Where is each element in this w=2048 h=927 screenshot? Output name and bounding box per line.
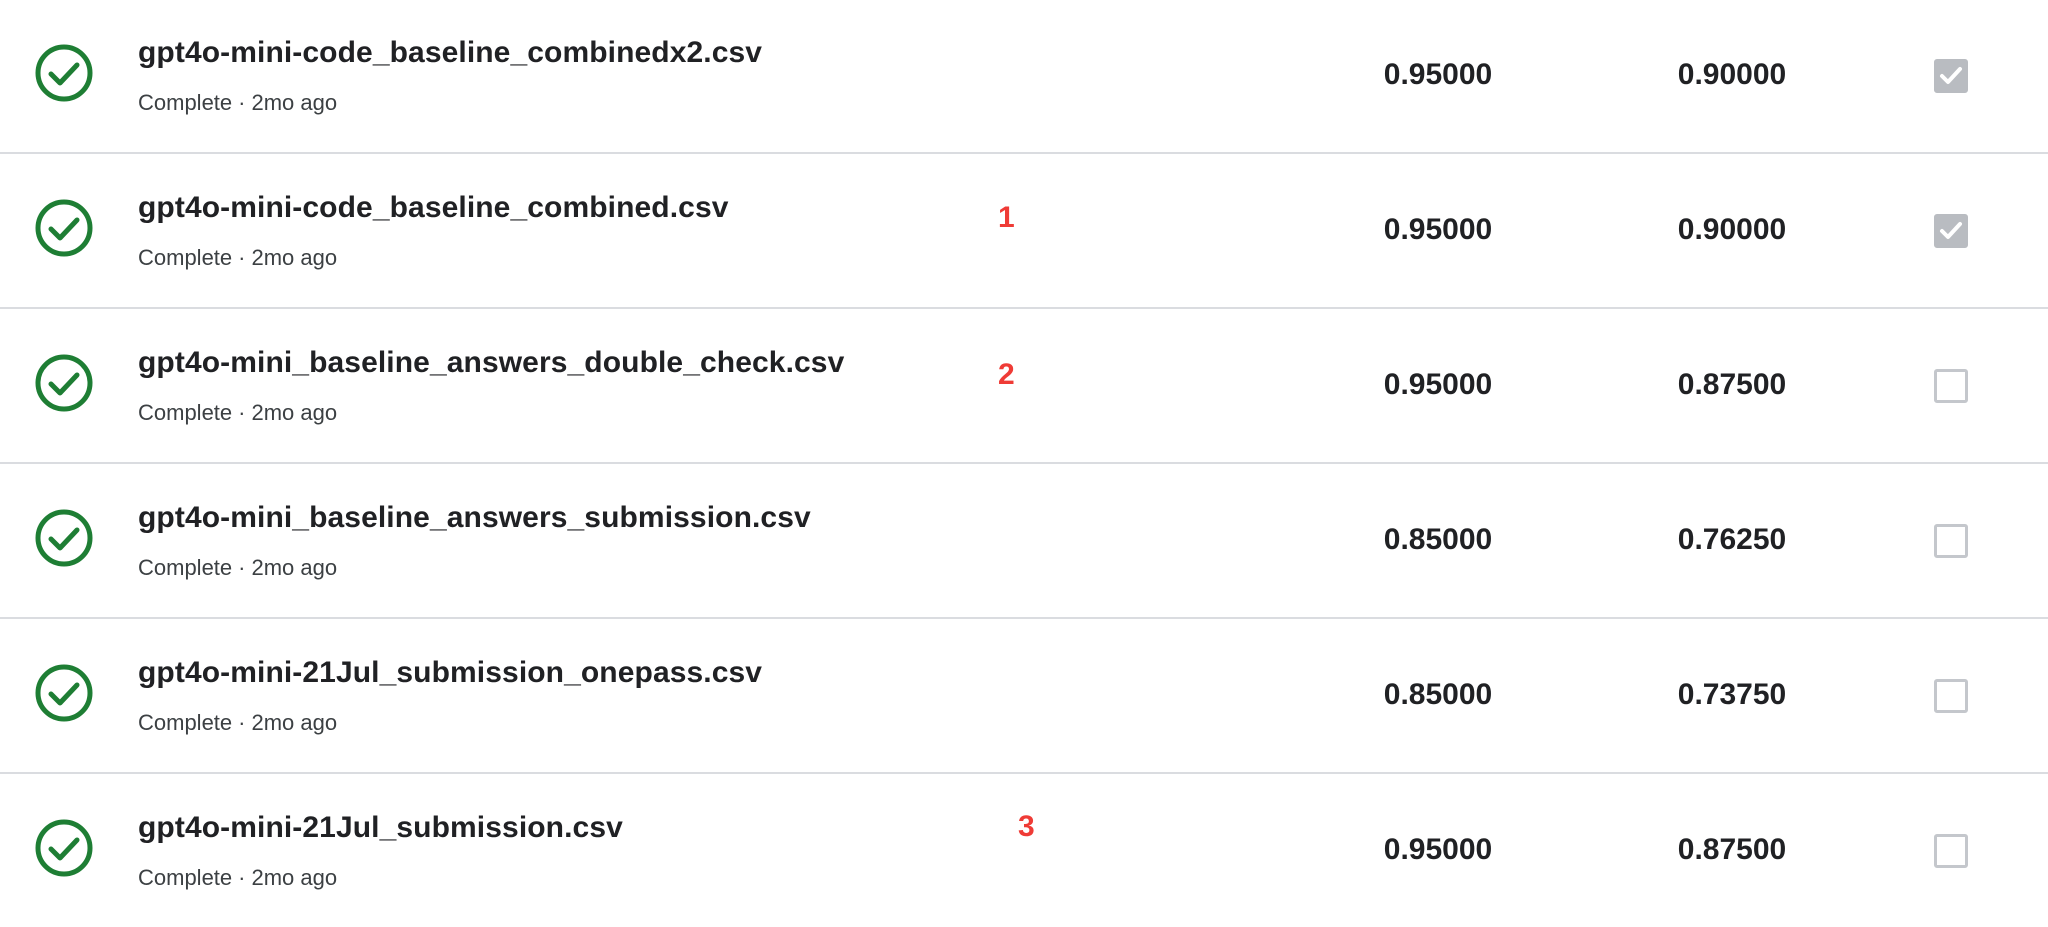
public-score: 0.85000 (1383, 523, 1493, 556)
check-circle-icon (34, 353, 94, 413)
submission-row: gpt4o-mini_baseline_answers_double_check… (0, 310, 2048, 464)
submission-file-name[interactable]: gpt4o-mini-code_baseline_combinedx2.csv (138, 36, 762, 70)
submission-row: gpt4o-mini-code_baseline_combinedx2.csv … (0, 0, 2048, 154)
select-for-final-checkbox[interactable] (1934, 679, 1968, 713)
submission-status: Complete (138, 865, 233, 890)
submission-age: 2mo ago (251, 245, 338, 270)
annotation-label: 3 (1018, 810, 1035, 843)
public-score: 0.95000 (1383, 213, 1493, 246)
check-circle-icon (34, 43, 94, 103)
private-score: 0.90000 (1677, 213, 1787, 246)
submission-meta: Complete · 2mo ago (138, 555, 337, 581)
submission-age: 2mo ago (251, 865, 338, 890)
public-score: 0.95000 (1383, 58, 1493, 91)
submission-status: Complete (138, 90, 233, 115)
submission-status: Complete (138, 400, 233, 425)
select-for-final-checkbox[interactable] (1934, 834, 1968, 868)
check-circle-icon (34, 663, 94, 723)
select-for-final-checkbox[interactable] (1934, 369, 1968, 403)
private-score: 0.87500 (1677, 368, 1787, 401)
annotation-label: 2 (998, 358, 1015, 391)
submission-row: gpt4o-mini-21Jul_submission_onepass.csv … (0, 620, 2048, 774)
submission-age: 2mo ago (251, 555, 338, 580)
submission-status: Complete (138, 555, 233, 580)
public-score: 0.95000 (1383, 833, 1493, 866)
submission-meta: Complete · 2mo ago (138, 400, 337, 426)
private-score: 0.90000 (1677, 58, 1787, 91)
submission-file-name[interactable]: gpt4o-mini_baseline_answers_double_check… (138, 346, 844, 380)
submission-meta: Complete · 2mo ago (138, 710, 337, 736)
submission-file-name[interactable]: gpt4o-mini-21Jul_submission.csv (138, 811, 623, 845)
select-for-final-checkbox[interactable] (1934, 59, 1968, 93)
submission-row: gpt4o-mini-code_baseline_combined.csv Co… (0, 155, 2048, 309)
submission-row: gpt4o-mini-21Jul_submission.csv Complete… (0, 775, 2048, 927)
submission-age: 2mo ago (251, 90, 338, 115)
private-score: 0.87500 (1677, 833, 1787, 866)
submissions-list: gpt4o-mini-code_baseline_combinedx2.csv … (0, 0, 2048, 927)
select-for-final-checkbox[interactable] (1934, 524, 1968, 558)
submission-status: Complete (138, 710, 233, 735)
submission-file-name[interactable]: gpt4o-mini-21Jul_submission_onepass.csv (138, 656, 762, 690)
submission-age: 2mo ago (251, 710, 338, 735)
check-circle-icon (34, 508, 94, 568)
meta-separator: · (238, 400, 246, 425)
annotation-label: 1 (998, 201, 1015, 234)
meta-separator: · (238, 245, 246, 270)
submission-meta: Complete · 2mo ago (138, 245, 337, 271)
meta-separator: · (238, 90, 246, 115)
submission-file-name[interactable]: gpt4o-mini_baseline_answers_submission.c… (138, 501, 811, 535)
submission-meta: Complete · 2mo ago (138, 865, 337, 891)
public-score: 0.85000 (1383, 678, 1493, 711)
public-score: 0.95000 (1383, 368, 1493, 401)
select-for-final-checkbox[interactable] (1934, 214, 1968, 248)
submission-meta: Complete · 2mo ago (138, 90, 337, 116)
submission-row: gpt4o-mini_baseline_answers_submission.c… (0, 465, 2048, 619)
meta-separator: · (238, 865, 246, 890)
submission-status: Complete (138, 245, 233, 270)
check-circle-icon (34, 818, 94, 878)
meta-separator: · (238, 710, 246, 735)
submission-file-name[interactable]: gpt4o-mini-code_baseline_combined.csv (138, 191, 729, 225)
check-circle-icon (34, 198, 94, 258)
private-score: 0.76250 (1677, 523, 1787, 556)
submission-age: 2mo ago (251, 400, 338, 425)
meta-separator: · (238, 555, 246, 580)
private-score: 0.73750 (1677, 678, 1787, 711)
